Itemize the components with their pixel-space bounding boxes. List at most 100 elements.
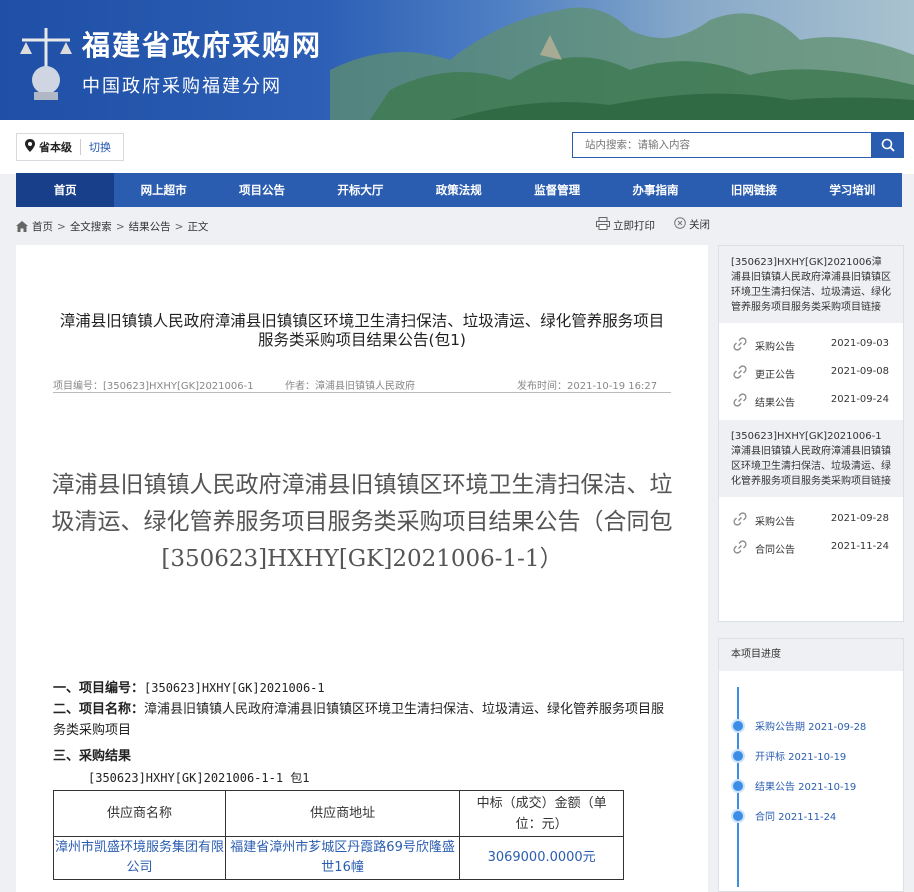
main-nav: 首页 网上超市 项目公告 开标大厅 政策法规 监督管理 办事指南 旧网链接 学习… [16, 173, 902, 207]
site-title: 福建省政府采购网 [82, 29, 323, 62]
progress-dot-icon [731, 808, 745, 823]
close-label: 关闭 [689, 219, 710, 231]
nav-home[interactable]: 首页 [16, 173, 115, 207]
breadcrumb-search[interactable]: 全文搜索 [70, 219, 112, 234]
progress-step[interactable]: 合同 2021-11-24 [731, 808, 837, 823]
column-header: 供应商名称 [53, 790, 226, 837]
link-group-title: [350623]HXHY[GK]2021006漳浦县旧镇镇人民政府漳浦县旧镇镇区… [719, 246, 903, 323]
chevron-right-icon: > [57, 220, 66, 233]
site-search [572, 132, 872, 158]
related-link[interactable]: 更正公告 2021-09-08 [719, 358, 903, 386]
related-link[interactable]: 采购公告 2021-09-03 [719, 330, 903, 358]
close-icon [674, 217, 686, 232]
search-input[interactable] [573, 133, 863, 157]
article-title: 漳浦县旧镇镇人民政府漳浦县旧镇镇区环境卫生清扫保洁、垃圾清运、绿化管养服务项目服… [59, 312, 665, 349]
link-label: 采购公告 [755, 342, 795, 353]
divider [80, 139, 81, 155]
nav-training[interactable]: 学习培训 [803, 173, 901, 207]
scales-logo-icon [20, 28, 72, 100]
mountain-scenery [330, 7, 914, 120]
supplier-name: 漳州市凯盛环境服务集团有限公司 [53, 836, 226, 880]
meta-author: 作者：漳浦县旧镇镇人民政府 [285, 381, 415, 392]
breadcrumb: 首页 > 全文搜索 > 结果公告 > 正文 [16, 219, 208, 234]
document-heading: 漳浦县旧镇镇人民政府漳浦县旧镇镇区环境卫生清扫保洁、垃圾清运、绿化管养服务项目服… [51, 472, 673, 572]
progress-step[interactable]: 开评标 2021-10-19 [731, 748, 847, 763]
nav-online-mall[interactable]: 网上超市 [114, 173, 212, 207]
breadcrumb-result[interactable]: 结果公告 [129, 219, 171, 234]
print-label: 立即打印 [613, 219, 655, 232]
article-meta: 项目编号：[350623]HXHY[GK]2021006-1 作者：漳浦县旧镇镇… [53, 375, 671, 393]
search-button[interactable] [872, 132, 904, 158]
region-selector[interactable]: 省本级 切换 [16, 133, 124, 161]
article-panel: 漳浦县旧镇镇人民政府漳浦县旧镇镇区环境卫生清扫保洁、垃圾清运、绿化管养服务项目服… [16, 245, 708, 892]
nav-project-notices[interactable]: 项目公告 [213, 173, 311, 207]
link-label: 结果公告 [755, 398, 795, 409]
chevron-right-icon: > [174, 220, 184, 233]
link-date: 2021-11-24 [830, 541, 889, 552]
related-link[interactable]: 合同公告 2021-11-24 [719, 533, 903, 561]
printer-icon [596, 217, 610, 233]
package-line: [350623]HXHY[GK]2021006-1-1 包1 [88, 771, 310, 785]
link-icon [733, 337, 747, 354]
link-group-title: [350623]HXHY[GK]2021006-1漳浦县旧镇镇人民政府漳浦县旧镇… [719, 420, 903, 497]
nav-guide[interactable]: 办事指南 [606, 173, 704, 207]
home-icon [16, 221, 28, 232]
current-region: 省本级 [39, 141, 72, 154]
column-header: 中标（成交）金额（单位：元） [459, 790, 624, 837]
site-subtitle: 中国政府采购福建分网 [82, 76, 282, 97]
step-label: 合同 2021-11-24 [755, 812, 837, 823]
chevron-right-icon: > [115, 220, 125, 233]
award-amount: 3069000.0000元 [459, 836, 624, 880]
print-button[interactable]: 立即打印 [596, 217, 655, 233]
progress-dot-icon [731, 748, 745, 763]
link-icon [733, 512, 747, 529]
meta-published: 发布时间：2021-10-19 16:27 [517, 381, 658, 392]
section-label: 一、项目编号： [53, 681, 145, 696]
nav-bid-hall[interactable]: 开标大厅 [311, 173, 409, 207]
table-row: 漳州市凯盛环境服务集团有限公司 福建省漳州市芗城区丹霞路69号欣隆盛世16幢 3… [53, 836, 624, 880]
switch-region-link[interactable]: 切换 [89, 139, 111, 155]
progress-step[interactable]: 结果公告 2021-10-19 [731, 778, 857, 793]
link-date: 2021-09-08 [830, 366, 889, 377]
link-icon [733, 540, 747, 557]
section-label: 二、项目名称： [53, 702, 145, 717]
result-table: 供应商名称 供应商地址 中标（成交）金额（单位：元） 漳州市凯盛环境服务集团有限… [53, 790, 624, 880]
link-label: 更正公告 [755, 370, 795, 381]
related-link[interactable]: 采购公告 2021-09-28 [719, 505, 903, 533]
progress-step[interactable]: 采购公告期 2021-09-28 [731, 718, 867, 733]
link-date: 2021-09-28 [830, 513, 889, 524]
step-label: 开评标 2021-10-19 [755, 752, 847, 763]
section-project-name: 二、项目名称：漳浦县旧镇镇人民政府漳浦县旧镇镇区环境卫生清扫保洁、垃圾清运、绿化… [53, 699, 671, 741]
project-number: [350623]HXHY[GK]2021006-1 [144, 681, 325, 695]
table-header-row: 供应商名称 供应商地址 中标（成交）金额（单位：元） [53, 790, 624, 837]
search-icon [881, 138, 895, 152]
breadcrumb-home[interactable]: 首页 [32, 219, 53, 234]
progress-dot-icon [731, 778, 745, 793]
link-label: 采购公告 [755, 517, 795, 528]
progress-dot-icon [731, 718, 745, 733]
link-label: 合同公告 [755, 545, 795, 556]
location-pin-icon [23, 139, 37, 155]
meta-project-no: 项目编号：[350623]HXHY[GK]2021006-1 [53, 381, 254, 392]
project-progress-panel: 本项目进度 采购公告期 2021-09-28 开评标 2021-10-19 结果… [718, 638, 904, 892]
nav-old-site[interactable]: 旧网链接 [705, 173, 803, 207]
close-button[interactable]: 关闭 [674, 217, 710, 232]
project-name: 漳浦县旧镇镇人民政府漳浦县旧镇镇区环境卫生清扫保洁、垃圾清运、绿化管养服务项目服… [53, 702, 665, 738]
breadcrumb-current: 正文 [187, 221, 209, 233]
related-links-panel: [350623]HXHY[GK]2021006漳浦县旧镇镇人民政府漳浦县旧镇镇区… [718, 245, 904, 622]
nav-supervision[interactable]: 监督管理 [508, 173, 606, 207]
supplier-address: 福建省漳州市芗城区丹霞路69号欣隆盛世16幢 [224, 836, 461, 880]
section-results: 三、采购结果 [53, 746, 131, 767]
link-icon [733, 365, 747, 382]
nav-policies[interactable]: 政策法规 [410, 173, 508, 207]
step-label: 结果公告 2021-10-19 [755, 782, 857, 793]
link-icon [733, 393, 747, 410]
link-date: 2021-09-03 [830, 338, 889, 349]
progress-title: 本项目进度 [719, 639, 903, 671]
column-header: 供应商地址 [224, 790, 461, 837]
related-link[interactable]: 结果公告 2021-09-24 [719, 386, 903, 414]
header-banner: 福建省政府采购网 中国政府采购福建分网 [0, 0, 914, 120]
link-date: 2021-09-24 [830, 394, 889, 405]
step-label: 采购公告期 2021-09-28 [755, 722, 867, 733]
section-label: 三、采购结果 [53, 749, 132, 764]
